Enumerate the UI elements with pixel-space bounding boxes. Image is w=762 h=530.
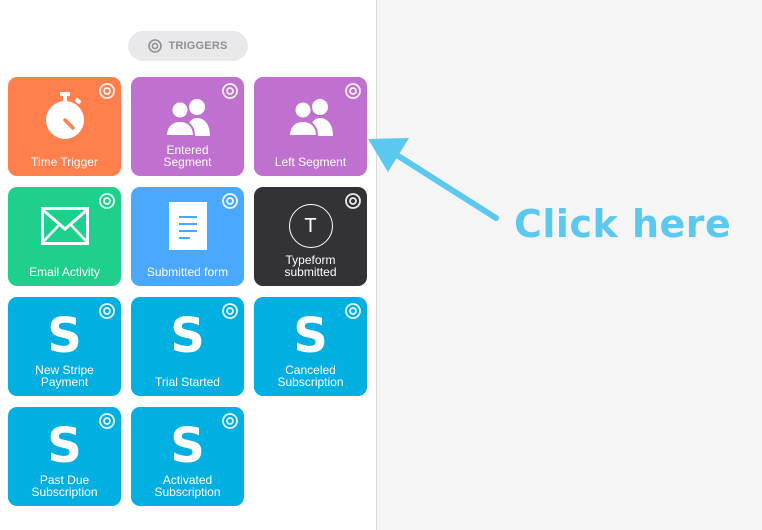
annotation-arrow xyxy=(368,138,499,221)
click-here-annotation: Click here xyxy=(514,202,732,246)
